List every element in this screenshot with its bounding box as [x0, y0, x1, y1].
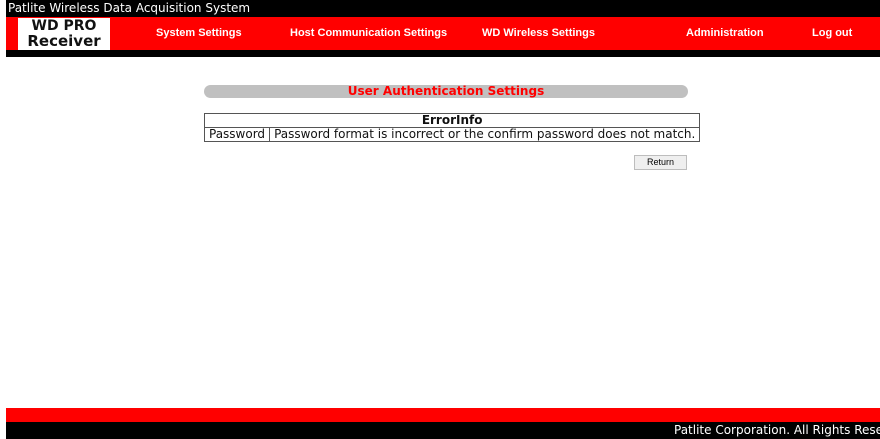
return-button[interactable]: Return [634, 155, 687, 170]
app-title: Patlite Wireless Data Acquisition System [8, 1, 251, 15]
error-field-name: Password [203, 127, 271, 142]
footer: Patlite Corporation. All Rights Reserved [6, 422, 880, 439]
error-table-header: ErrorInfo [203, 113, 701, 128]
main-navigation: WD PRO Receiver System Settings Host Com… [6, 17, 880, 50]
app-title-bar: Patlite Wireless Data Acquisition System [6, 0, 880, 17]
error-message: Password format is incorrect or the conf… [269, 127, 701, 142]
section-title: User Authentication Settings [204, 85, 688, 98]
nav-wd-wireless-settings[interactable]: WD Wireless Settings [482, 17, 595, 50]
footer-copyright: Patlite Corporation. All Rights Reserved [674, 423, 880, 437]
nav-logout[interactable]: Log out [812, 17, 852, 50]
product-logo: WD PRO Receiver [18, 18, 110, 50]
app-frame: Patlite Wireless Data Acquisition System… [6, 0, 880, 439]
logo-line-2: Receiver [27, 32, 101, 50]
nav-system-settings[interactable]: System Settings [156, 17, 242, 50]
error-table-row: Password Password format is incorrect or… [203, 127, 701, 142]
navbar-divider [6, 50, 880, 57]
nav-administration[interactable]: Administration [686, 17, 764, 50]
nav-host-communication-settings[interactable]: Host Communication Settings [290, 17, 447, 50]
footer-red-bar [6, 408, 880, 422]
error-table-header-row: ErrorInfo [203, 113, 701, 128]
error-info-table: ErrorInfo Password Password format is in… [203, 113, 701, 142]
